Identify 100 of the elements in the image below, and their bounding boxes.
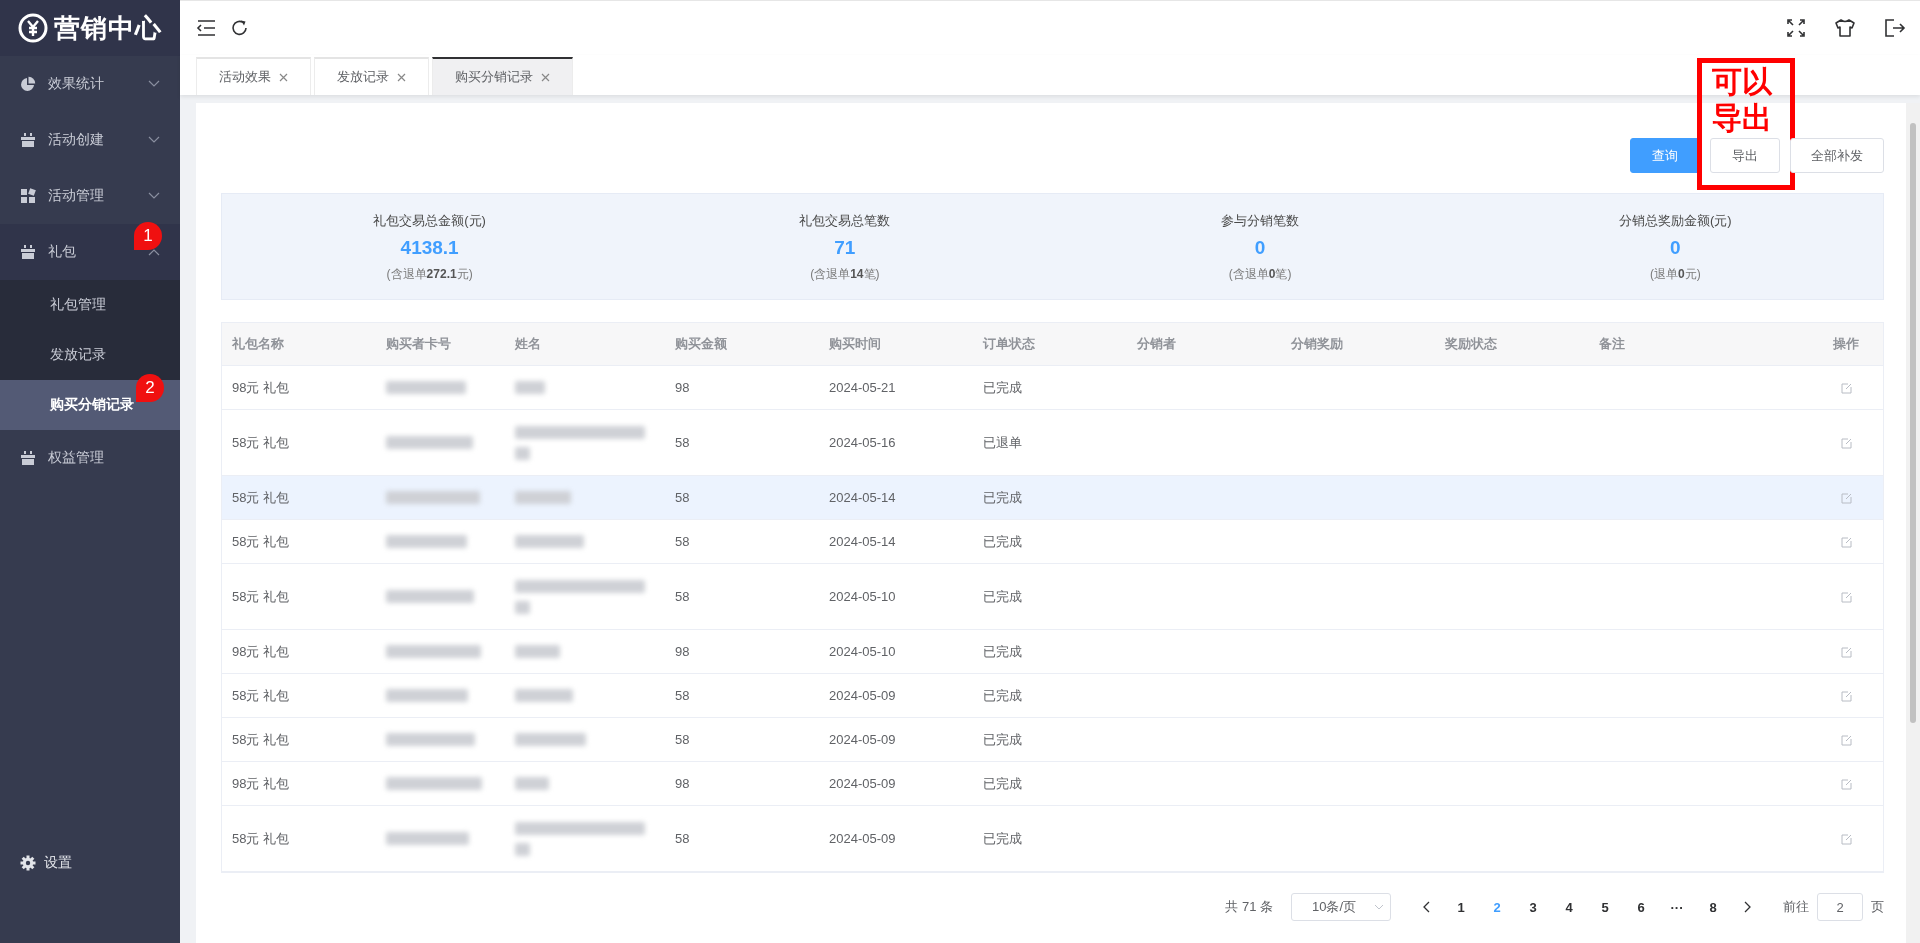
- table-cell-text: 已退单: [982, 433, 1023, 452]
- page-button[interactable]: 8: [1695, 899, 1731, 915]
- table-cell-text: 2024-05-21: [828, 380, 897, 395]
- scrollbar-thumb[interactable]: [1910, 123, 1916, 723]
- stat-note: (含退单272.1元): [386, 266, 473, 283]
- edit-icon[interactable]: [1841, 689, 1853, 702]
- table-cell-text: 已完成: [982, 829, 1023, 848]
- sidebar-item[interactable]: 权益管理: [0, 430, 180, 486]
- page-button[interactable]: 4: [1551, 899, 1587, 915]
- table-row[interactable]: 58元 礼包 58 2024-05-09 已完成: [222, 806, 1883, 872]
- table-cell-text: 58: [674, 688, 691, 703]
- tab[interactable]: 活动效果: [196, 57, 311, 95]
- table-cell-text: 58: [674, 589, 691, 604]
- tab[interactable]: 发放记录: [314, 57, 429, 95]
- edit-icon[interactable]: [1841, 491, 1853, 504]
- tab[interactable]: 购买分销记录: [432, 57, 573, 95]
- page-button[interactable]: ···: [1659, 899, 1695, 915]
- table-row[interactable]: 58元 礼包 58 2024-05-14 已完成: [222, 520, 1883, 564]
- close-icon[interactable]: [397, 72, 406, 82]
- table-row[interactable]: 58元 礼包 58 2024-05-14 已完成: [222, 476, 1883, 520]
- annotation-text: 可以导出: [1712, 64, 1774, 136]
- table-row[interactable]: 58元 礼包 58 2024-05-09 已完成: [222, 718, 1883, 762]
- yen-coin-icon: [18, 13, 48, 43]
- table-cell-text: 2024-05-09: [828, 732, 897, 747]
- column-header: 订单状态: [982, 335, 1036, 353]
- chevron-right-icon[interactable]: [1743, 901, 1751, 913]
- edit-icon[interactable]: [1841, 777, 1853, 790]
- edit-icon[interactable]: [1841, 436, 1853, 449]
- table-row[interactable]: 58元 礼包 58 2024-05-10 已完成: [222, 564, 1883, 630]
- sidebar-subitem[interactable]: 礼包管理: [0, 280, 180, 330]
- page-button[interactable]: 3: [1515, 899, 1551, 915]
- table-row[interactable]: 58元 礼包 58 2024-05-09 已完成: [222, 674, 1883, 718]
- column-header: 购买金额: [674, 335, 728, 353]
- table-cell-text: 58: [674, 435, 691, 450]
- stat-value: 0: [1254, 237, 1266, 259]
- table-cell-text: 98: [674, 776, 691, 791]
- page-size-select[interactable]: 10条/页: [1291, 893, 1391, 921]
- t-shirt-icon[interactable]: [1834, 18, 1856, 38]
- button[interactable]: 全部补发: [1790, 138, 1884, 173]
- stat-label: 礼包交易总笔数: [799, 212, 891, 230]
- table-cell-text: 58元 礼包: [231, 587, 291, 606]
- stat-value: 71: [834, 237, 856, 259]
- button[interactable]: 导出: [1710, 138, 1780, 173]
- table-cell-text: 58元 礼包: [231, 686, 291, 705]
- page-button[interactable]: 5: [1587, 899, 1623, 915]
- logo-title: 营销中心: [54, 11, 162, 45]
- pie-chart-icon: [20, 76, 36, 92]
- table-cell-text: 2024-05-10: [828, 589, 897, 604]
- table-cell-text: 98元 礼包: [231, 378, 291, 397]
- sidebar-item[interactable]: 活动创建: [0, 112, 180, 168]
- edit-icon[interactable]: [1841, 733, 1853, 746]
- scrollbar[interactable]: [1906, 103, 1920, 943]
- edit-icon[interactable]: [1841, 645, 1853, 658]
- annotation-badge: 1: [134, 222, 162, 250]
- table-row[interactable]: 98元 礼包 98 2024-05-09 已完成: [222, 762, 1883, 806]
- gift-icon: [20, 450, 36, 466]
- page-button[interactable]: 6: [1623, 899, 1659, 915]
- column-header: 操作: [1832, 335, 1860, 353]
- fullscreen-icon[interactable]: [1786, 18, 1806, 38]
- stat-note: (退单0元): [1650, 266, 1701, 283]
- menu-fold-icon[interactable]: [196, 19, 216, 37]
- goto-label: 前往: [1783, 898, 1809, 916]
- table-cell-text: 98元 礼包: [231, 642, 291, 661]
- table-row[interactable]: 98元 礼包 98 2024-05-21 已完成: [222, 366, 1883, 410]
- stat-value: 4138.1: [400, 237, 459, 259]
- edit-icon[interactable]: [1841, 832, 1853, 845]
- gift-icon: [20, 132, 36, 148]
- page-unit: 页: [1871, 898, 1884, 916]
- table-row[interactable]: 98元 礼包 98 2024-05-10 已完成: [222, 630, 1883, 674]
- sidebar-item[interactable]: 效果统计: [0, 56, 180, 112]
- chevron-left-icon[interactable]: [1423, 901, 1431, 913]
- table-cell-text: 58: [674, 490, 691, 505]
- table-cell-text: 58元 礼包: [231, 532, 291, 551]
- stat-label: 参与分销笔数: [1221, 212, 1300, 230]
- logout-icon[interactable]: [1884, 18, 1906, 38]
- gift-icon: [20, 244, 36, 260]
- edit-icon[interactable]: [1841, 535, 1853, 548]
- table-cell-text: 已完成: [982, 532, 1023, 551]
- refresh-icon[interactable]: [230, 18, 250, 38]
- table-cell-text: 58元 礼包: [231, 829, 291, 848]
- column-header: 姓名: [514, 335, 542, 353]
- table-cell-text: 98元 礼包: [231, 774, 291, 793]
- stat-note: (含退单0笔): [1228, 266, 1292, 283]
- column-header: 奖励状态: [1444, 335, 1498, 353]
- close-icon[interactable]: [541, 72, 550, 82]
- table-cell-text: 2024-05-10: [828, 644, 897, 659]
- column-header: 礼包名称: [231, 335, 285, 353]
- table-cell-text: 58: [674, 831, 691, 846]
- edit-icon[interactable]: [1841, 590, 1853, 603]
- sidebar-item[interactable]: 活动管理: [0, 168, 180, 224]
- table-cell-text: 已完成: [982, 378, 1023, 397]
- close-icon[interactable]: [279, 72, 288, 82]
- table-cell-text: 58元 礼包: [231, 730, 291, 749]
- table-cell-text: 58: [674, 732, 691, 747]
- column-header: 分销者: [1136, 335, 1177, 353]
- settings-item[interactable]: 设置: [0, 833, 180, 893]
- page-input[interactable]: 2: [1817, 893, 1863, 921]
- edit-icon[interactable]: [1841, 381, 1853, 394]
- column-header: 购买者卡号: [385, 335, 452, 353]
- page-button[interactable]: 1: [1443, 899, 1479, 915]
